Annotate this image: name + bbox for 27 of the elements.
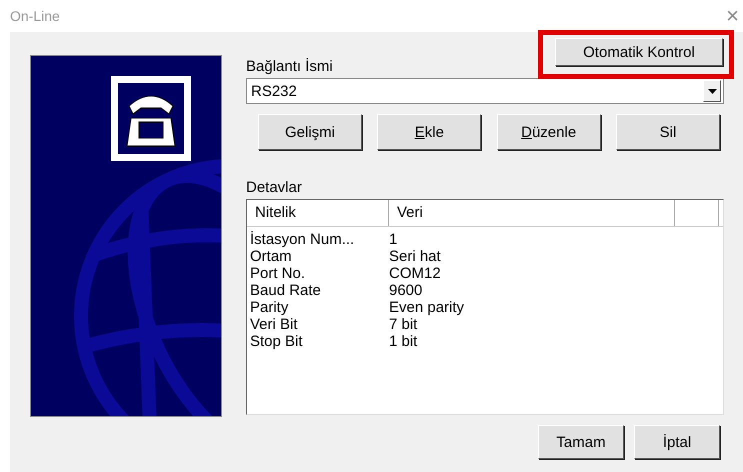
table-cell-text: Parity [249,299,290,316]
table-cell: Seri hat [389,248,441,265]
connection-dropdown[interactable]: RS232 [246,78,724,104]
table-cell-text: Port No. [249,265,306,282]
table-cell: Even parity [389,299,464,316]
table-cell-text: Ortam [249,248,293,265]
action-button[interactable]: Gelişmi [258,114,362,150]
table-cell: 9600 [389,282,422,299]
dialog-button[interactable]: İptal [634,425,720,459]
table-cell: 1 [389,231,398,248]
window-title: On-Line [10,8,60,24]
connection-value: RS232 [251,82,297,100]
auto-check-button[interactable]: Otomatik Kontrol [555,38,723,66]
table-cell: 7 bit [389,316,418,333]
table-cell-text: İstasyon Num... [249,231,356,248]
table-cell: COM12 [389,265,441,282]
action-button[interactable]: Düzenle [496,114,601,150]
connection-name-label: Bağlantı İsmi [246,57,334,77]
action-button[interactable]: Sil [616,114,720,150]
details-label: Detavlar [246,178,303,198]
dialog-button[interactable]: Tamam [538,425,624,459]
table-cell-text: Baud Rate [249,282,322,299]
table-cell-text: Veri Bit [249,316,299,333]
close-button[interactable]: × [726,5,739,27]
table-cell-text: Stop Bit [249,333,304,350]
action-button[interactable]: Ekle [377,114,482,150]
table-cell: 1 bit [389,333,418,350]
